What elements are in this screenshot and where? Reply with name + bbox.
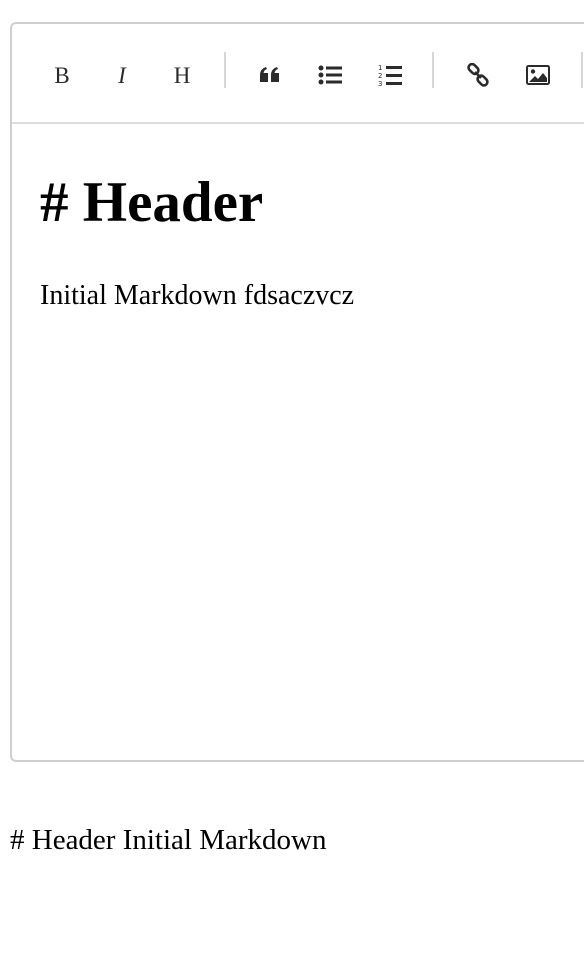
image-icon bbox=[526, 65, 550, 85]
editor-heading: # Header bbox=[40, 171, 264, 234]
bulleted-list-button[interactable] bbox=[313, 58, 347, 92]
editor-content[interactable]: # Header Initial Markdown fdsaczvcz bbox=[40, 171, 584, 311]
italic-button[interactable]: I bbox=[105, 58, 139, 92]
svg-text:2: 2 bbox=[378, 72, 382, 80]
numbered-list-button[interactable]: 1 2 3 bbox=[373, 58, 407, 92]
numbered-list-icon: 1 2 3 bbox=[378, 64, 402, 87]
markdown-output: # Header Initial Markdown bbox=[10, 824, 327, 856]
image-button[interactable] bbox=[521, 58, 555, 92]
heading-icon: H bbox=[173, 62, 191, 88]
bulleted-list-icon bbox=[318, 65, 342, 85]
svg-text:3: 3 bbox=[378, 80, 382, 87]
heading-button[interactable]: H bbox=[165, 58, 199, 92]
toolbar-separator bbox=[581, 52, 583, 88]
toolbar-separator bbox=[432, 52, 434, 88]
toolbar-separator bbox=[224, 52, 226, 88]
markdown-editor: B I H 1 2 3 # Header Initial Markdown fd… bbox=[10, 22, 584, 762]
link-button[interactable] bbox=[461, 58, 495, 92]
editor-toolbar: B I H 1 2 3 bbox=[12, 24, 584, 124]
quote-icon bbox=[260, 67, 279, 82]
quote-button[interactable] bbox=[253, 58, 287, 92]
svg-text:1: 1 bbox=[378, 64, 382, 72]
bold-button[interactable]: B bbox=[45, 58, 79, 92]
italic-icon: I bbox=[118, 62, 126, 88]
link-icon bbox=[467, 63, 489, 87]
editor-paragraph: Initial Markdown fdsaczvcz bbox=[40, 280, 355, 311]
bold-icon: B bbox=[54, 62, 70, 88]
